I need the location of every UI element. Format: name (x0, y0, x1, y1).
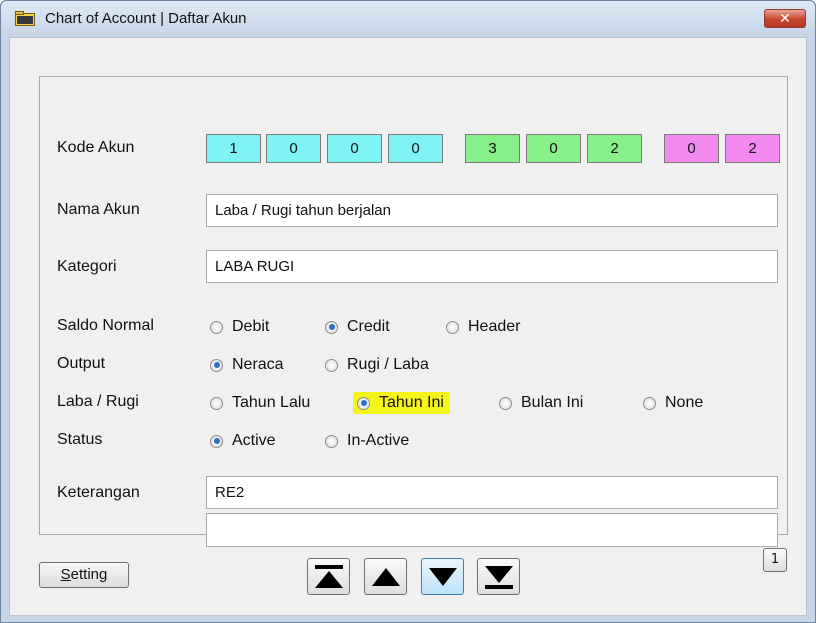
previous-record-icon (372, 568, 400, 586)
keterangan-input-line-1[interactable]: RE2 (206, 476, 778, 509)
last-record-button[interactable] (477, 558, 520, 595)
form-panel: Kode Akun 1 0 0 0 3 0 2 0 2 Nama Akun La… (39, 76, 788, 547)
laba-rugi-none-radio[interactable]: None (643, 392, 703, 414)
page-number-badge[interactable]: 1 (763, 548, 787, 572)
account-code-digit-6[interactable]: 0 (526, 134, 581, 163)
output-neraca-radio[interactable]: Neraca (210, 354, 284, 376)
folder-icon (15, 11, 35, 26)
saldo-normal-header-radio[interactable]: Header (446, 316, 520, 338)
kategori-label: Kategori (57, 258, 117, 275)
radio-selected-icon (357, 396, 370, 410)
kode-akun-label: Kode Akun (57, 139, 135, 156)
account-code-digit-5[interactable]: 3 (465, 134, 520, 163)
first-record-button[interactable] (307, 558, 350, 595)
status-active-radio[interactable]: Active (210, 430, 276, 452)
nama-akun-input[interactable]: Laba / Rugi tahun berjalan (206, 194, 778, 227)
radio-circle-icon (446, 320, 459, 334)
account-code-digit-9[interactable]: 2 (725, 134, 780, 163)
saldo-normal-debit-radio[interactable]: Debit (210, 316, 269, 338)
radio-circle-icon (210, 320, 223, 334)
radio-selected-icon (325, 320, 338, 334)
account-window: Chart of Account | Daftar Akun ✕ Kode Ak… (0, 0, 816, 623)
laba-rugi-tahun-lalu-radio[interactable]: Tahun Lalu (210, 392, 310, 414)
account-code-digit-3[interactable]: 0 (327, 134, 382, 163)
output-rugi-laba-radio[interactable]: Rugi / Laba (325, 354, 429, 376)
radio-circle-icon (210, 396, 223, 410)
close-button[interactable]: ✕ (764, 9, 806, 28)
radio-circle-icon (643, 396, 656, 410)
previous-record-button[interactable] (364, 558, 407, 595)
laba-rugi-label: Laba / Rugi (57, 393, 139, 410)
next-record-button[interactable] (421, 558, 464, 595)
status-label: Status (57, 431, 103, 448)
kategori-input[interactable]: LABA RUGI (206, 250, 778, 283)
account-code-digit-1[interactable]: 1 (206, 134, 261, 163)
account-code-digit-2[interactable]: 0 (266, 134, 321, 163)
laba-rugi-tahun-ini-radio[interactable]: Tahun Ini (353, 392, 450, 414)
next-record-icon (429, 568, 457, 586)
output-label: Output (57, 355, 106, 372)
saldo-normal-label: Saldo Normal (57, 317, 154, 334)
saldo-normal-credit-radio[interactable]: Credit (325, 316, 390, 338)
account-code-digit-4[interactable]: 0 (388, 134, 443, 163)
laba-rugi-bulan-ini-radio[interactable]: Bulan Ini (499, 392, 583, 414)
radio-circle-icon (499, 396, 512, 410)
nama-akun-label: Nama Akun (57, 201, 140, 218)
radio-circle-icon (325, 434, 338, 448)
status-in-active-radio[interactable]: In-Active (325, 430, 409, 452)
radio-circle-icon (325, 358, 338, 372)
radio-selected-icon (210, 434, 223, 448)
first-record-icon (315, 565, 343, 588)
keterangan-input-line-2[interactable] (206, 513, 778, 547)
account-code-digit-8[interactable]: 0 (664, 134, 719, 163)
keterangan-label: Keterangan (57, 484, 140, 501)
window-title: Chart of Account | Daftar Akun (45, 10, 247, 27)
setting-button[interactable]: Setting (39, 562, 129, 588)
radio-selected-icon (210, 358, 223, 372)
client-area: Kode Akun 1 0 0 0 3 0 2 0 2 Nama Akun La… (9, 37, 807, 616)
account-code-digit-7[interactable]: 2 (587, 134, 642, 163)
title-bar: Chart of Account | Daftar Akun ✕ (1, 1, 815, 37)
last-record-icon (485, 566, 513, 589)
